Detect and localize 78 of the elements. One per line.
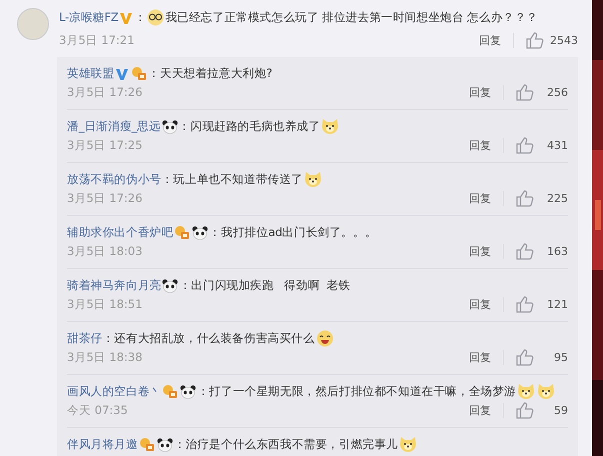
reply-link[interactable]: 回复 — [469, 244, 504, 259]
timestamp: 3月5日 18:03 — [67, 244, 144, 259]
timestamp: 3月5日 17:21 — [59, 33, 136, 48]
reply-link[interactable]: 回复 — [469, 297, 504, 312]
timestamp: 3月5日 18:38 — [67, 350, 144, 365]
user-name[interactable]: 辅助求你出个香炉吧 — [67, 225, 174, 240]
colon: ： — [174, 437, 186, 452]
reply-link[interactable]: 回复 — [469, 350, 504, 365]
thumbs-up-icon[interactable] — [516, 349, 534, 366]
thumbs-up-icon[interactable] — [516, 84, 534, 101]
reply-link[interactable]: 回复 — [479, 33, 514, 48]
avatar[interactable] — [17, 8, 49, 40]
dog-face-icon — [321, 118, 340, 135]
colon: ： — [161, 172, 174, 187]
laughing-face-icon — [316, 330, 334, 347]
thumbs-up-icon[interactable] — [516, 243, 534, 260]
user-name[interactable]: 放荡不羁的伪小号 — [67, 172, 162, 187]
comment-text: 玩上单也不知道带传送了 — [173, 172, 304, 187]
panda-icon — [156, 438, 173, 452]
dog-face-icon — [537, 383, 556, 400]
timestamp: 3月5日 18:51 — [67, 297, 144, 312]
colon: ： — [178, 119, 191, 134]
user-name[interactable]: L-凉喉糖FZ — [59, 10, 118, 25]
like-count: 225 — [546, 192, 568, 205]
reply-link[interactable]: 回复 — [469, 138, 504, 153]
thumbs-up-icon[interactable] — [516, 402, 534, 419]
like-count: 2543 — [550, 34, 578, 47]
user-name[interactable]: 英雄联盟 — [67, 66, 114, 81]
panda-icon — [180, 384, 196, 398]
like-count: 431 — [546, 139, 568, 152]
panda-icon — [162, 120, 178, 134]
medal-icon — [162, 384, 178, 399]
reply-link[interactable]: 回复 — [469, 191, 504, 206]
like-count: 256 — [546, 86, 568, 99]
reply-link[interactable]: 回复 — [469, 85, 504, 100]
medal-icon — [131, 66, 148, 81]
timestamp: 今天 07:35 — [67, 403, 129, 418]
comment-text: 我打排位ad出门长剑了。。。 — [221, 225, 377, 240]
colon: ： — [134, 10, 146, 25]
colon: ： — [197, 384, 210, 399]
like-count: 163 — [546, 245, 568, 258]
colon: ： — [148, 66, 160, 81]
panda-icon — [162, 278, 178, 292]
verified-v-icon — [119, 10, 134, 24]
timestamp: 3月5日 17:25 — [67, 138, 144, 153]
like-count: 95 — [553, 351, 568, 364]
user-name[interactable]: 画风人的空白卷丶 — [67, 384, 162, 399]
like-count: 121 — [546, 298, 568, 311]
thumbs-up-icon[interactable] — [516, 137, 534, 154]
panda-icon — [192, 226, 208, 240]
reply-link[interactable]: 回复 — [469, 403, 504, 418]
user-name[interactable]: 伴风月将月邀 — [67, 437, 138, 452]
comment-text: 我已经忘了正常模式怎么玩了 排位进去第一时间想坐炮台 怎么办？？？ — [165, 10, 538, 25]
thumbs-up-icon[interactable] — [526, 32, 544, 49]
medal-icon — [138, 437, 155, 452]
colon: ： — [179, 278, 192, 293]
dog-face-icon — [304, 171, 322, 188]
colon: ： — [209, 225, 222, 240]
comment-text: 打了一个星期无限，然后打排位都不知道在干嘛，全场梦游 — [209, 384, 516, 399]
comment-text: 闪现赶路的毛病也养成了 — [190, 119, 320, 134]
like-count: 59 — [553, 404, 568, 417]
comment-text: 治疗是个什么东西我不需要，引燃完事儿 — [186, 437, 398, 452]
user-name[interactable]: 骑着神马奔向月亮 — [67, 278, 162, 293]
timestamp: 3月5日 17:26 — [67, 191, 144, 206]
comment-text: 出门闪现加疾跑 得劲啊 老铁 — [191, 278, 350, 293]
verified-v-icon — [115, 66, 130, 80]
glasses-face-icon — [147, 9, 164, 26]
thumbs-up-icon[interactable] — [516, 190, 534, 207]
dog-face-icon — [517, 383, 536, 400]
colon: ： — [102, 331, 114, 346]
medal-icon — [174, 225, 190, 240]
thumbs-up-icon[interactable] — [516, 296, 534, 313]
user-name[interactable]: 甜茶仔 — [67, 331, 102, 346]
timestamp: 3月5日 17:26 — [67, 85, 144, 100]
dog-face-icon — [399, 436, 418, 453]
comment-text: 还有大招乱放，什么装备伤害高买什么 — [114, 331, 315, 346]
comment-text: 天天想着拉意大利炮? — [160, 66, 272, 81]
user-name[interactable]: 潘_日渐消瘦_思远 — [67, 119, 161, 134]
